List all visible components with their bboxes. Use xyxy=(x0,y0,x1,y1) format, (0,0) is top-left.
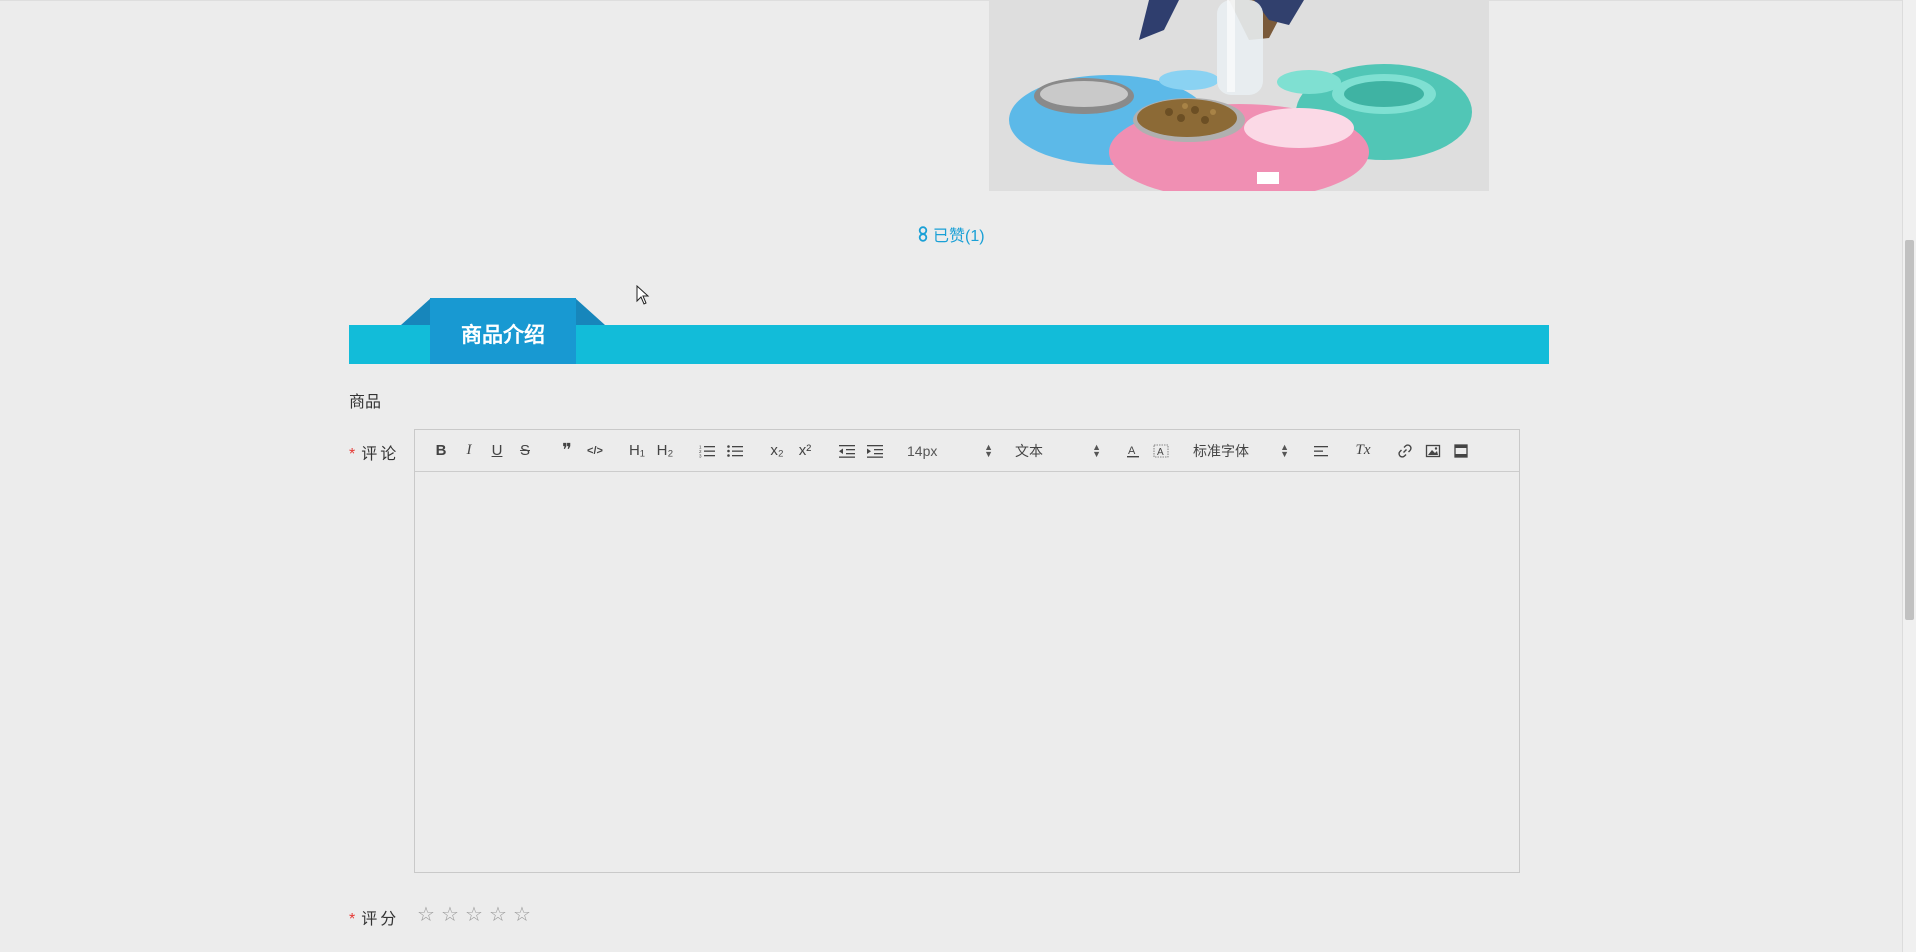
pet-bowls-illustration xyxy=(989,0,1489,191)
align-button[interactable] xyxy=(1307,437,1335,465)
video-icon xyxy=(1454,443,1468,458)
indent-icon xyxy=(867,444,883,458)
background-color-button[interactable]: A xyxy=(1147,437,1175,465)
star-icon[interactable]: ☆ xyxy=(464,902,484,927)
image-button[interactable] xyxy=(1419,437,1447,465)
star-icon[interactable]: ☆ xyxy=(488,902,508,927)
editor-toolbar: B I U S ❞ </> H₁ H₂ 123 x₂ x² 14px ▲ ▼ 文… xyxy=(415,430,1519,472)
required-mark: * xyxy=(349,446,356,463)
rating-label: * 评分 xyxy=(349,911,400,928)
product-image xyxy=(989,0,1489,191)
ordered-list-icon: 123 xyxy=(699,444,715,458)
select-arrows-icon: ▲ ▼ xyxy=(1280,441,1289,459)
bullet-list-button[interactable] xyxy=(721,437,749,465)
font-color-button[interactable]: A xyxy=(1119,437,1147,465)
scrollbar-thumb[interactable] xyxy=(1905,240,1914,620)
like-button[interactable]: 已赞(1) xyxy=(916,222,985,246)
strike-button[interactable]: S xyxy=(511,437,539,465)
heading1-button[interactable]: H₁ xyxy=(623,437,651,465)
superscript-button[interactable]: x² xyxy=(791,437,819,465)
quote-button[interactable]: ❞ xyxy=(553,437,581,465)
indent-button[interactable] xyxy=(861,437,889,465)
top-divider xyxy=(0,0,1902,1)
subscript-button[interactable]: x₂ xyxy=(763,437,791,465)
code-button[interactable]: </> xyxy=(581,437,609,465)
star-icon[interactable]: ☆ xyxy=(416,902,436,927)
comment-editor: B I U S ❞ </> H₁ H₂ 123 x₂ x² 14px ▲ ▼ 文… xyxy=(414,429,1520,873)
star-icon[interactable]: ☆ xyxy=(512,902,532,927)
svg-text:A: A xyxy=(1128,445,1136,457)
section-title: 商品介绍 xyxy=(430,298,576,364)
bullet-list-icon xyxy=(727,444,743,457)
bold-button[interactable]: B xyxy=(427,437,455,465)
image-icon xyxy=(1425,444,1441,457)
comment-editor-body[interactable] xyxy=(415,472,1519,872)
star-icon[interactable]: ☆ xyxy=(440,902,460,927)
page-scrollbar[interactable] xyxy=(1902,0,1916,952)
section-header: 商品介绍 xyxy=(349,298,1549,364)
clear-format-button[interactable]: Tx xyxy=(1349,437,1377,465)
align-left-icon xyxy=(1314,445,1328,456)
select-arrows-icon: ▲ ▼ xyxy=(1092,441,1101,459)
text-format-select[interactable]: 文本 ▲ ▼ xyxy=(1011,437,1105,465)
comment-label: * 评论 xyxy=(349,446,400,463)
outdent-button[interactable] xyxy=(833,437,861,465)
like-count-text: 已赞(1) xyxy=(933,228,985,245)
select-arrows-icon: ▲ ▼ xyxy=(984,441,993,459)
link-icon xyxy=(1398,443,1412,458)
svg-text:3: 3 xyxy=(699,453,702,458)
link-button[interactable] xyxy=(1391,437,1419,465)
font-family-select[interactable]: 标准字体 ▲ ▼ xyxy=(1189,437,1293,465)
underline-button[interactable]: U xyxy=(483,437,511,465)
video-button[interactable] xyxy=(1447,437,1475,465)
background-color-icon: A xyxy=(1153,444,1169,458)
star-rating: ☆ ☆ ☆ ☆ ☆ xyxy=(416,902,532,927)
font-color-icon: A xyxy=(1127,445,1139,457)
required-mark: * xyxy=(349,911,356,928)
svg-text:A: A xyxy=(1157,447,1164,458)
heading2-button[interactable]: H₂ xyxy=(651,437,679,465)
like-icon xyxy=(918,226,928,242)
outdent-icon xyxy=(839,444,855,458)
ordered-list-button[interactable]: 123 xyxy=(693,437,721,465)
font-size-select[interactable]: 14px ▲ ▼ xyxy=(903,437,997,465)
product-label: 商品 xyxy=(349,394,382,411)
italic-button[interactable]: I xyxy=(455,437,483,465)
